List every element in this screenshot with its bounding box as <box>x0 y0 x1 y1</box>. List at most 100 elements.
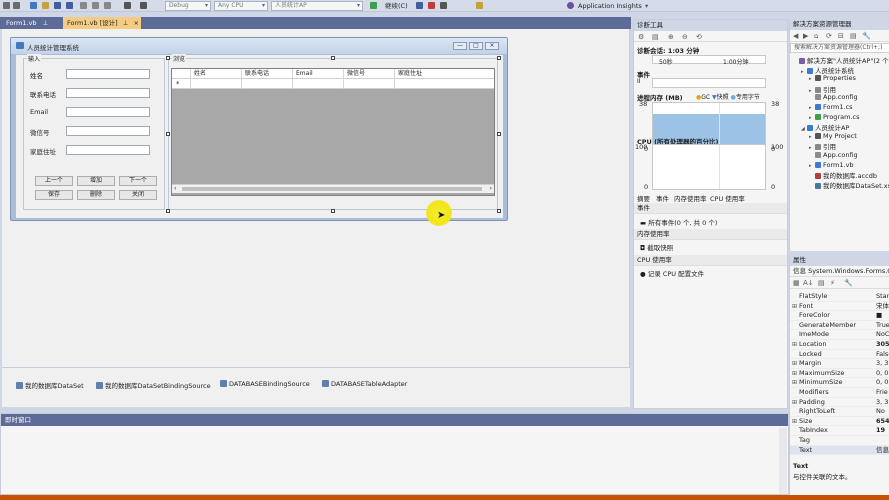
property-value[interactable]: Frie <box>876 388 888 397</box>
scroll-thumb[interactable] <box>182 187 482 191</box>
start-icon[interactable] <box>370 2 377 9</box>
record-cpu-row[interactable]: ● 记录 CPU 配置文件 <box>640 268 704 278</box>
expand-icon[interactable]: ⊞ <box>792 369 797 378</box>
selection-handle[interactable] <box>497 132 501 136</box>
tab-memory-usage[interactable]: 内存使用率 <box>674 193 707 203</box>
home-icon[interactable]: ⌂ <box>814 32 818 40</box>
property-row[interactable]: Locked False <box>790 350 889 360</box>
forward-icon[interactable]: ▶ <box>803 32 808 40</box>
property-value[interactable]: No <box>876 407 885 416</box>
tab-cpu-usage[interactable]: CPU 使用率 <box>710 193 745 203</box>
property-row[interactable]: ForeColor ■ <box>790 311 889 321</box>
sync-icon[interactable]: ⟳ <box>826 32 832 40</box>
undo-icon[interactable] <box>124 2 131 9</box>
tree-item[interactable]: App.config <box>809 93 858 101</box>
grid-column-email[interactable]: Email <box>292 69 343 79</box>
grid-cell[interactable] <box>190 79 241 89</box>
expand-icon[interactable]: ⊞ <box>792 359 797 368</box>
app-insights-icon[interactable] <box>567 2 574 9</box>
wechat-field[interactable] <box>66 126 150 136</box>
property-row[interactable]: ⊞Size 654, <box>790 417 889 427</box>
grid-cell[interactable] <box>292 79 343 89</box>
property-row[interactable]: ⊞Padding 3, 3, <box>790 398 889 408</box>
expand-icon[interactable]: ⊞ <box>792 417 797 426</box>
step-icon[interactable] <box>476 2 483 9</box>
stop-icon[interactable] <box>428 2 435 9</box>
expand-icon[interactable]: ⊞ <box>792 398 797 407</box>
expand-icon[interactable]: ⊞ <box>792 378 797 387</box>
property-row[interactable]: ⊞Font 宋体, <box>790 302 889 312</box>
property-value[interactable]: Stan <box>876 292 889 301</box>
property-value[interactable]: 0, 0 <box>876 369 888 378</box>
property-pages-icon[interactable]: 🔧 <box>844 279 853 287</box>
tree-item[interactable]: ◢ 人员统计AP <box>801 122 849 132</box>
tree-item[interactable]: ▸ 引用 <box>809 84 836 94</box>
redo-icon[interactable] <box>140 2 147 9</box>
tree-item[interactable]: 我的数据库DataSet.xsd <box>809 180 889 190</box>
tray-item-dataset-bindingsource[interactable]: 我的数据库DataSetBindingSource <box>96 380 211 390</box>
paste-icon[interactable] <box>104 2 111 9</box>
property-value[interactable]: 宋体, <box>876 302 889 311</box>
property-value[interactable]: 信息 <box>876 446 889 455</box>
tree-item[interactable]: ▸ My Project <box>809 132 857 140</box>
property-row[interactable]: Tag <box>790 436 889 446</box>
immediate-vertical-scrollbar[interactable] <box>779 428 787 494</box>
property-row[interactable]: ⊞ MinimumSize 0, 0 <box>790 378 889 388</box>
tree-item[interactable]: App.config <box>809 151 858 159</box>
tray-item-tableadapter[interactable]: DATABASETableAdapter <box>322 380 407 388</box>
expand-icon[interactable]: ⊞ <box>792 340 797 349</box>
app-insights-label[interactable]: Application Insights <box>578 1 642 11</box>
selection-handle[interactable] <box>497 56 501 60</box>
tree-item[interactable]: ▸ Properties <box>809 74 856 82</box>
properties-icon[interactable]: 🔧 <box>862 32 871 40</box>
save-button[interactable]: 保存 <box>35 190 73 200</box>
phone-field[interactable] <box>66 88 150 98</box>
tray-item-database-bindingsource[interactable]: DATABASEBindingSource <box>220 380 310 388</box>
zoom-in-icon[interactable]: ⊕ <box>668 33 674 41</box>
next-button[interactable]: 下一个 <box>119 176 157 186</box>
property-value[interactable]: 305, <box>876 340 889 349</box>
close-form-button[interactable]: 关闭 <box>119 190 157 200</box>
property-value[interactable]: NoC <box>876 330 889 339</box>
input-groupbox[interactable]: 输入 姓名 联系电话 Email 微信号 家庭住址 上一个 增加 下一个 保存 … <box>23 54 165 210</box>
properties-object-selector[interactable]: 信息 System.Windows.Forms.Gro <box>790 266 889 277</box>
events-icon[interactable]: ⚡ <box>830 279 835 287</box>
show-all-files-icon[interactable]: ▤ <box>850 32 857 40</box>
property-row[interactable]: Modifiers Frie <box>790 388 889 398</box>
back-icon[interactable] <box>3 2 10 9</box>
platform-combo[interactable]: Any CPU <box>214 1 268 11</box>
grid-column-wechat[interactable]: 微信号 <box>343 69 394 79</box>
tab-form1-design[interactable]: Form1.vb [设计] ⊥ × <box>63 17 141 29</box>
all-events-row[interactable]: ▬ 所有事件(0 个, 共 0 个) <box>640 217 717 227</box>
property-row[interactable]: TabIndex 19 <box>790 426 889 436</box>
previous-button[interactable]: 上一个 <box>35 176 73 186</box>
tab-form1-code[interactable]: Form1.vb ⊥ <box>2 17 60 29</box>
timeline-ruler[interactable]: 50秒 1:00分钟 <box>652 55 766 66</box>
immediate-window[interactable]: 即时窗口 <box>0 413 789 495</box>
pin-icon[interactable]: ⊥ <box>43 19 49 27</box>
zoom-out-icon[interactable]: ⊖ <box>682 33 688 41</box>
property-value[interactable]: 654, <box>876 417 889 426</box>
grid-column-name[interactable]: 姓名 <box>190 69 241 79</box>
grid-cell[interactable] <box>241 79 292 89</box>
data-grid[interactable]: 姓名 联系电话 Email 微信号 家庭住址 * ‹ › <box>171 68 495 196</box>
property-value[interactable]: 19 <box>876 426 885 435</box>
property-value[interactable]: 3, 3, <box>876 359 889 368</box>
selection-handle[interactable] <box>166 56 170 60</box>
categorized-icon[interactable]: ▦ <box>793 279 800 287</box>
property-row[interactable]: Text 信息 <box>790 445 889 456</box>
pause-icon[interactable]: II <box>637 78 641 85</box>
name-field[interactable] <box>66 69 150 79</box>
solution-search-input[interactable]: 搜索解决方案资源管理器(Ctrl+;) <box>790 43 889 53</box>
form-window[interactable]: 人员统计管理系统 — □ × 输入 姓名 联系电话 Email 微信号 家庭住址… <box>10 37 508 221</box>
selection-handle[interactable] <box>331 56 335 60</box>
property-row[interactable]: ⊞ MaximumSize 0, 0 <box>790 369 889 379</box>
property-value[interactable]: True <box>876 321 889 330</box>
property-row[interactable]: GenerateMember True <box>790 321 889 331</box>
property-row[interactable]: FlatStyle Stan <box>790 292 889 302</box>
tree-item[interactable]: ▸ Form1.vb <box>809 161 854 169</box>
tab-events[interactable]: 事件 <box>656 193 669 203</box>
grid-column-phone[interactable]: 联系电话 <box>241 69 292 79</box>
selection-handle[interactable] <box>166 132 170 136</box>
copy-icon[interactable] <box>92 2 99 9</box>
